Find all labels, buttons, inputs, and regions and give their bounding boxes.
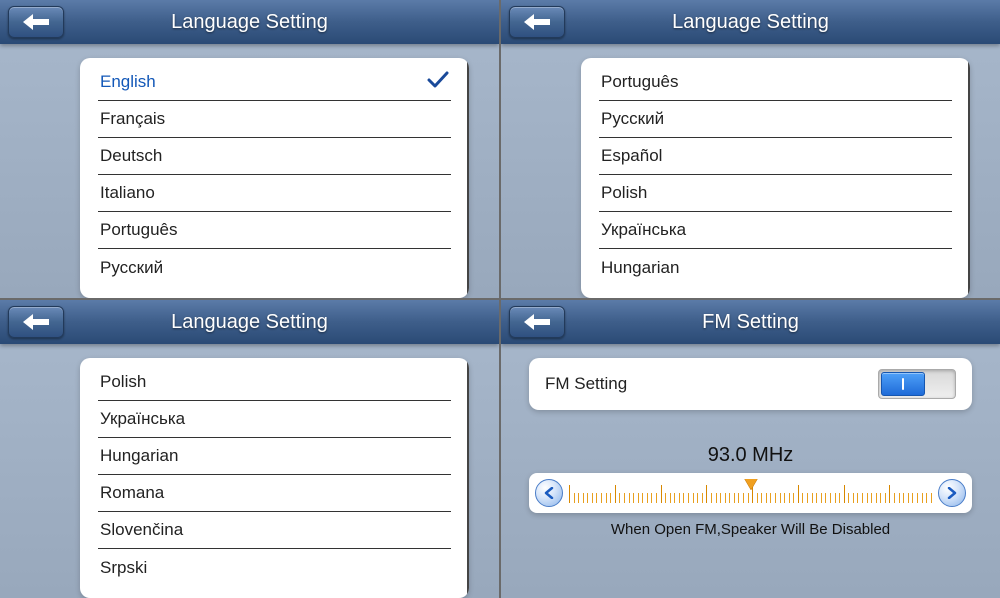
panel-language-2: Language Setting Português Русский Españ…	[501, 0, 1000, 298]
list-item[interactable]: Slovenčina	[98, 512, 451, 549]
content: Português Русский Español Polish Українс…	[501, 44, 1000, 298]
list-item-label: Hungarian	[100, 446, 178, 466]
header: Language Setting	[501, 0, 1000, 44]
list-item[interactable]: Polish	[599, 175, 952, 212]
list-item[interactable]: Русский	[98, 249, 451, 286]
list-item[interactable]: Srpski	[98, 549, 451, 586]
list-item-label: Slovenčina	[100, 520, 183, 540]
back-button[interactable]	[8, 6, 64, 38]
back-button[interactable]	[509, 6, 565, 38]
list-item[interactable]: Português	[98, 212, 451, 249]
list-item[interactable]: Українська	[98, 401, 451, 438]
list-item[interactable]: Português	[599, 64, 952, 101]
list-item-label: Polish	[601, 183, 647, 203]
list-item-label: Srpski	[100, 558, 147, 578]
list-item[interactable]: Українська	[599, 212, 952, 249]
page-title: FM Setting	[702, 311, 799, 334]
header: FM Setting	[501, 300, 1000, 344]
list-item-label: Українська	[601, 220, 686, 240]
back-arrow-icon	[524, 14, 550, 30]
language-list: Português Русский Español Polish Українс…	[581, 58, 970, 298]
list-item-label: Romana	[100, 483, 164, 503]
list-item[interactable]: Français	[98, 101, 451, 138]
list-item-label: Italiano	[100, 183, 155, 203]
frequency-block: 93.0 MHz When Open FM,Speaker Will Be Di…	[529, 444, 972, 538]
list-item[interactable]: Romana	[98, 475, 451, 512]
list-item-label: Português	[100, 220, 178, 240]
list-item[interactable]: Русский	[599, 101, 952, 138]
list-item[interactable]: Deutsch	[98, 138, 451, 175]
freq-down-button[interactable]	[535, 479, 563, 507]
back-button[interactable]	[509, 306, 565, 338]
list-item-label: Hungarian	[601, 258, 679, 278]
list-item-label: Español	[601, 146, 662, 166]
content: English Français Deutsch Italiano Portug…	[0, 44, 499, 298]
back-arrow-icon	[23, 14, 49, 30]
header: Language Setting	[0, 300, 499, 344]
frequency-slider[interactable]	[529, 473, 972, 513]
language-list: Polish Українська Hungarian Romana Slove…	[80, 358, 469, 598]
content: FM Setting 93.0 MHz	[501, 344, 1000, 598]
language-list: English Français Deutsch Italiano Portug…	[80, 58, 469, 298]
toggle-knob	[881, 372, 925, 396]
list-item-label: Українська	[100, 409, 185, 429]
list-item[interactable]: Polish	[98, 364, 451, 401]
frequency-value: 93.0 MHz	[529, 444, 972, 467]
list-item-label: Português	[601, 72, 679, 92]
panel-language-1: Language Setting English Français Deutsc…	[0, 0, 499, 298]
check-icon	[427, 71, 449, 94]
list-item[interactable]: Español	[599, 138, 952, 175]
list-item-label: Русский	[100, 258, 163, 278]
list-item-label: Deutsch	[100, 146, 162, 166]
slider-marker-icon	[744, 479, 758, 495]
page-title: Language Setting	[171, 11, 328, 34]
back-arrow-icon	[524, 314, 550, 330]
fm-label: FM Setting	[545, 374, 627, 394]
chevron-right-icon	[947, 487, 957, 499]
panel-fm: FM Setting FM Setting 93.0 MHz	[501, 300, 1000, 598]
fm-toggle-row: FM Setting	[529, 358, 972, 410]
list-item[interactable]: Italiano	[98, 175, 451, 212]
fm-toggle[interactable]	[878, 369, 956, 399]
back-button[interactable]	[8, 306, 64, 338]
panel-language-3: Language Setting Polish Українська Hunga…	[0, 300, 499, 598]
list-item[interactable]: Hungarian	[98, 438, 451, 475]
header: Language Setting	[0, 0, 499, 44]
list-item-label: Polish	[100, 372, 146, 392]
list-item-label: English	[100, 72, 156, 92]
chevron-left-icon	[544, 487, 554, 499]
back-arrow-icon	[23, 314, 49, 330]
list-item[interactable]: English	[98, 64, 451, 101]
page-title: Language Setting	[672, 11, 829, 34]
list-item-label: Français	[100, 109, 165, 129]
list-item[interactable]: Hungarian	[599, 249, 952, 286]
freq-up-button[interactable]	[938, 479, 966, 507]
fm-note: When Open FM,Speaker Will Be Disabled	[529, 521, 972, 538]
tick-scale	[569, 479, 932, 507]
content: Polish Українська Hungarian Romana Slove…	[0, 344, 499, 598]
page-title: Language Setting	[171, 311, 328, 334]
list-item-label: Русский	[601, 109, 664, 129]
